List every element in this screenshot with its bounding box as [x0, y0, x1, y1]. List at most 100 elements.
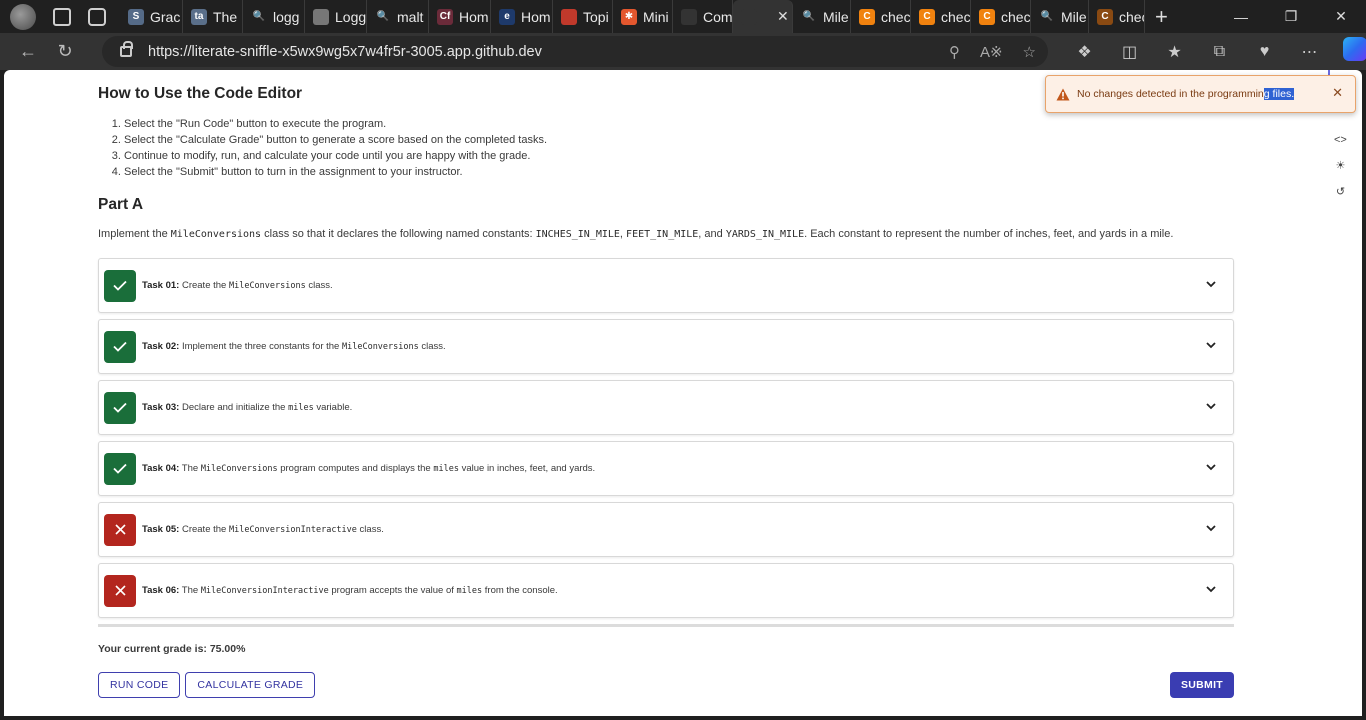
instruction-step: Continue to modify, run, and calculate y…: [124, 148, 1234, 164]
back-icon[interactable]: ←: [11, 37, 45, 67]
browser-tab[interactable]: eHom: [491, 0, 553, 33]
copilot-icon[interactable]: [1343, 37, 1366, 61]
more-menu-icon[interactable]: ⋯: [1287, 42, 1332, 62]
browser-tab[interactable]: 🔍malt: [367, 0, 429, 33]
tab-favicon: 🔍: [251, 9, 267, 25]
desc-code: YARDS_IN_MILE: [726, 229, 804, 240]
close-tab-icon[interactable]: ✕: [777, 8, 789, 25]
task-text: Declare and initialize the: [179, 402, 288, 413]
instruction-step: Select the "Run Code" button to execute …: [124, 116, 1234, 132]
browser-tab[interactable]: ✕: [733, 0, 793, 33]
tab-actions-icon[interactable]: [88, 8, 106, 26]
tab-label: Grac: [150, 9, 180, 25]
side-toolbar: <> ☀ ↺: [1334, 134, 1347, 198]
task-row[interactable]: Task 05: Create the MileConversionIntera…: [98, 502, 1234, 557]
tab-favicon: Cf: [437, 9, 453, 25]
zoom-icon[interactable]: ⚲: [949, 43, 960, 61]
browser-tab[interactable]: Cf Hom: [429, 0, 491, 33]
window-controls: — ❐ ✕: [1216, 0, 1366, 33]
tab-label: Topi: [583, 9, 609, 25]
x-mark-icon: [104, 514, 136, 546]
chevron-down-icon[interactable]: [1205, 338, 1217, 350]
task-text: class.: [306, 280, 333, 291]
chevron-down-icon[interactable]: [1205, 521, 1217, 533]
calculate-grade-button[interactable]: CALCULATE GRADE: [185, 672, 315, 698]
favorites-icon[interactable]: ★: [1152, 42, 1197, 62]
toast-close-button[interactable]: ✕: [1332, 86, 1343, 101]
tab-favicon: 🔍: [375, 9, 391, 25]
task-row[interactable]: Task 04: The MileConversions program com…: [98, 441, 1234, 496]
tab-favicon: [741, 9, 757, 25]
browser-tab[interactable]: Cchec: [851, 0, 911, 33]
browser-tab[interactable]: 🔍 Mile: [793, 0, 851, 33]
minimize-icon[interactable]: —: [1216, 0, 1266, 33]
task-code: MileConversionInteractive: [229, 525, 357, 535]
url-text[interactable]: https://literate-sniffle-x5wx9wg5x7w4fr5…: [148, 44, 542, 60]
tab-favicon: [681, 9, 697, 25]
browser-tab[interactable]: Cchec: [911, 0, 971, 33]
split-screen-icon[interactable]: ◫: [1107, 42, 1152, 62]
browser-tab[interactable]: Cchec: [1089, 0, 1145, 33]
chevron-down-icon[interactable]: [1205, 582, 1217, 594]
task-description: Task 04: The MileConversions program com…: [142, 463, 595, 474]
instruction-step: Select the "Submit" button to turn in th…: [124, 164, 1234, 180]
run-code-button[interactable]: RUN CODE: [98, 672, 180, 698]
close-window-icon[interactable]: ✕: [1316, 0, 1366, 33]
chevron-down-icon[interactable]: [1205, 399, 1217, 411]
tab-favicon: [313, 9, 329, 25]
task-text: value in inches, feet, and yards.: [459, 463, 595, 474]
refresh-icon[interactable]: ↻: [48, 37, 82, 67]
browser-tab[interactable]: ✱Mini: [613, 0, 673, 33]
tab-label: Mini: [643, 9, 669, 25]
chevron-down-icon[interactable]: [1205, 460, 1217, 472]
browser-tab[interactable]: taThe: [183, 0, 243, 33]
task-label: Task 06:: [142, 585, 179, 596]
performance-icon[interactable]: ♥: [1242, 43, 1287, 61]
read-aloud-icon[interactable]: A※: [980, 43, 1003, 61]
new-tab-icon[interactable]: +: [1155, 4, 1168, 30]
restore-icon[interactable]: ❐: [1266, 0, 1316, 33]
browser-tab[interactable]: Logg: [305, 0, 367, 33]
tab-label: chec: [941, 9, 971, 25]
browser-tab[interactable]: S Grac: [120, 0, 183, 33]
browser-tab[interactable]: 🔍 logg: [243, 0, 305, 33]
lock-icon[interactable]: [120, 46, 132, 57]
tab-favicon: S: [128, 9, 144, 25]
tab-label: logg: [273, 9, 299, 25]
checkmark-icon: [104, 331, 136, 363]
task-row[interactable]: Task 06: The MileConversionInteractive p…: [98, 563, 1234, 618]
tab-label: Hom: [459, 9, 489, 25]
desc-text: . Each constant to represent the number …: [804, 228, 1173, 240]
extensions-icon[interactable]: ❖: [1062, 42, 1107, 62]
browser-tab[interactable]: Cchec: [971, 0, 1031, 33]
task-row[interactable]: Task 02: Implement the three constants f…: [98, 319, 1234, 374]
task-code: MileConversions: [201, 464, 278, 474]
theme-toggle-icon[interactable]: ☀: [1335, 159, 1345, 172]
tab-label: Hom: [521, 9, 551, 25]
task-code: miles: [433, 464, 459, 474]
collections-icon[interactable]: ⧉: [1197, 43, 1242, 61]
task-row[interactable]: Task 01: Create the MileConversions clas…: [98, 258, 1234, 313]
browser-tab[interactable]: Com: [673, 0, 733, 33]
checkmark-icon: [104, 392, 136, 424]
tab-label: Logg: [335, 9, 366, 25]
browser-tab[interactable]: Topi: [553, 0, 613, 33]
task-description: Task 03: Declare and initialize the mile…: [142, 402, 352, 413]
desc-text: Implement the: [98, 228, 171, 240]
reset-icon[interactable]: ↺: [1336, 185, 1345, 198]
submit-button[interactable]: SUBMIT: [1170, 672, 1234, 698]
code-view-icon[interactable]: <>: [1334, 134, 1347, 146]
chevron-down-icon[interactable]: [1205, 277, 1217, 289]
profile-avatar[interactable]: [10, 4, 36, 30]
address-bar[interactable]: https://literate-sniffle-x5wx9wg5x7w4fr5…: [102, 36, 1048, 67]
browser-tab[interactable]: 🔍Mile: [1031, 0, 1089, 33]
page-viewport: How to Use the Code Editor Select the "R…: [4, 70, 1362, 716]
tab-label: Mile: [823, 9, 849, 25]
task-text: class.: [419, 341, 446, 352]
favorite-star-icon[interactable]: ☆: [1023, 43, 1036, 61]
task-row[interactable]: Task 03: Declare and initialize the mile…: [98, 380, 1234, 435]
desc-code: FEET_IN_MILE: [626, 229, 698, 240]
task-code: miles: [457, 586, 483, 596]
tab-favicon: 🔍: [801, 9, 817, 25]
workspaces-icon[interactable]: [53, 8, 71, 26]
